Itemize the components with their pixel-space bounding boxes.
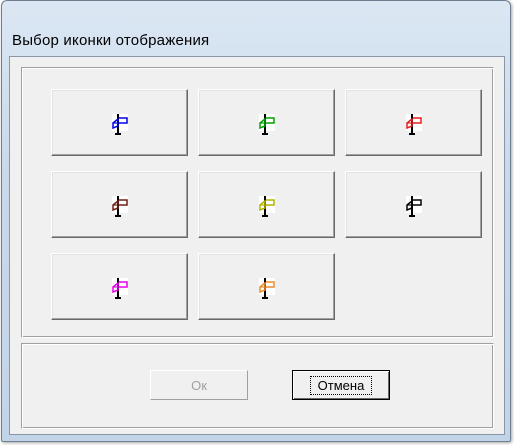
title-bar[interactable] bbox=[2, 1, 510, 33]
dialog-title: Выбор иконки отображения bbox=[12, 32, 210, 49]
flag-marker-icon bbox=[111, 113, 128, 135]
icon-option-magenta[interactable] bbox=[51, 253, 188, 320]
action-panel: Ок Отмена bbox=[21, 343, 494, 429]
icon-option-blue[interactable] bbox=[51, 89, 188, 156]
flag-marker-icon bbox=[258, 195, 275, 217]
flag-marker-icon bbox=[258, 277, 275, 299]
icon-option-black[interactable] bbox=[345, 171, 482, 238]
ok-button-label: Ок bbox=[191, 377, 207, 393]
icon-option-red[interactable] bbox=[345, 89, 482, 156]
flag-marker-icon bbox=[258, 113, 275, 135]
icon-option-olive[interactable] bbox=[198, 171, 335, 238]
ok-button: Ок bbox=[150, 370, 248, 400]
flag-marker-icon bbox=[405, 195, 422, 217]
icon-option-orange[interactable] bbox=[198, 253, 335, 320]
cancel-button-label: Отмена bbox=[309, 375, 373, 395]
flag-marker-icon bbox=[405, 113, 422, 135]
flag-marker-icon bbox=[111, 277, 128, 299]
icon-option-brown[interactable] bbox=[51, 171, 188, 238]
flag-marker-icon bbox=[111, 195, 128, 217]
cancel-button[interactable]: Отмена bbox=[292, 370, 390, 400]
icon-option-green[interactable] bbox=[198, 89, 335, 156]
